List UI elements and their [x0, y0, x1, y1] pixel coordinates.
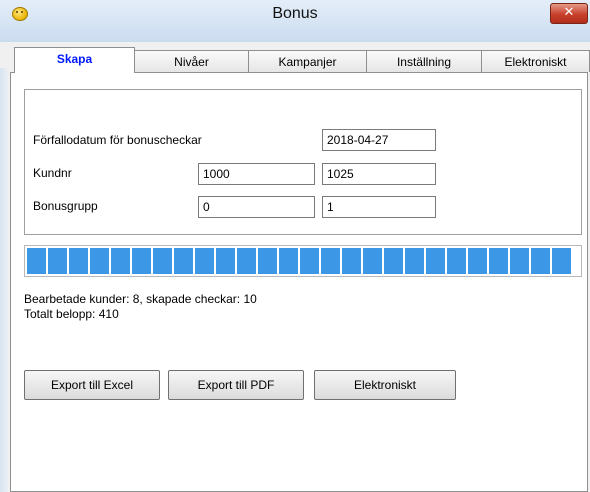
export-excel-button[interactable]: Export till Excel [24, 370, 160, 400]
progress-block [384, 248, 403, 274]
progress-block [48, 248, 67, 274]
window-edge [0, 68, 9, 492]
progress-block [153, 248, 172, 274]
progress-block [216, 248, 235, 274]
title-bar: Bonus ✕ [0, 0, 590, 42]
export-pdf-button[interactable]: Export till PDF [168, 370, 304, 400]
window-title: Bonus [272, 5, 318, 22]
progress-block [363, 248, 382, 274]
progress-block [174, 248, 193, 274]
electronic-button[interactable]: Elektroniskt [314, 370, 456, 400]
progress-block [258, 248, 277, 274]
processed-status: Bearbetade kunder: 8, skapade checkar: 1… [24, 292, 257, 306]
progress-block [195, 248, 214, 274]
progress-block [90, 248, 109, 274]
customer-from-field[interactable]: 1000 [198, 163, 315, 185]
close-icon: ✕ [563, 5, 575, 20]
progress-block [321, 248, 340, 274]
progress-bar [24, 245, 582, 277]
total-amount: Totalt belopp: 410 [24, 307, 119, 321]
close-button[interactable]: ✕ [550, 3, 588, 24]
tab-installning[interactable]: Inställning [366, 50, 482, 72]
progress-block [69, 248, 88, 274]
progress-block [279, 248, 298, 274]
progress-block [489, 248, 508, 274]
progress-block [27, 248, 46, 274]
progress-block [132, 248, 151, 274]
progress-block [405, 248, 424, 274]
progress-block [468, 248, 487, 274]
expiry-date-field[interactable]: 2018-04-27 [322, 129, 436, 151]
group-label: Bonusgrupp [33, 199, 98, 213]
customer-label: Kundnr [33, 166, 72, 180]
customer-to-field[interactable]: 1025 [322, 163, 436, 185]
progress-block [342, 248, 361, 274]
progress-block [552, 248, 571, 274]
progress-block [111, 248, 130, 274]
tab-elektroniskt[interactable]: Elektroniskt [481, 50, 590, 72]
progress-fill [27, 248, 573, 274]
progress-block [447, 248, 466, 274]
progress-block [510, 248, 529, 274]
group-to-field[interactable]: 1 [322, 196, 436, 218]
tab-skapa[interactable]: Skapa [14, 47, 135, 73]
group-from-field[interactable]: 0 [198, 196, 315, 218]
progress-block [300, 248, 319, 274]
progress-block [531, 248, 550, 274]
tab-kampanjer[interactable]: Kampanjer [248, 50, 367, 72]
tab-nivaer[interactable]: Nivåer [134, 50, 249, 72]
expiry-label: Förfallodatum för bonuscheckar [33, 133, 202, 147]
progress-block [426, 248, 445, 274]
progress-block [237, 248, 256, 274]
